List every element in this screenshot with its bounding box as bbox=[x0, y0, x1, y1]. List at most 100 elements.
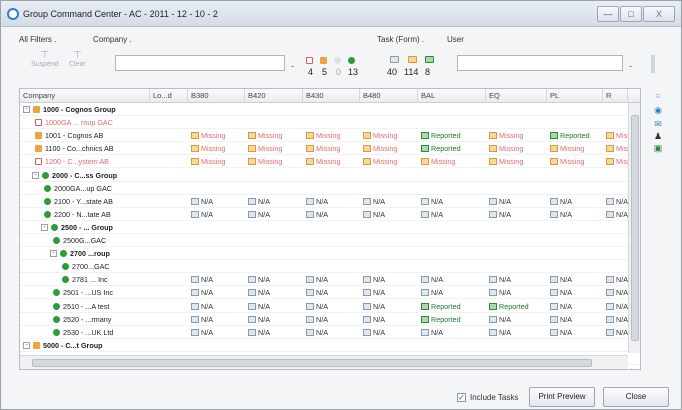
column-header[interactable]: B380 bbox=[188, 89, 245, 103]
status-cell[interactable]: N/A bbox=[248, 326, 270, 339]
status-cell[interactable]: N/A bbox=[306, 300, 328, 313]
status-cell[interactable]: Missing bbox=[363, 129, 397, 142]
status-cell[interactable]: N/A bbox=[191, 300, 213, 313]
status-cell[interactable]: N/A bbox=[248, 313, 270, 326]
company-name[interactable]: 5000 - C...t Group bbox=[43, 339, 103, 352]
column-header[interactable]: B430 bbox=[303, 89, 360, 103]
horizontal-scrollbar[interactable] bbox=[20, 355, 628, 369]
company-name[interactable]: 1000 - Cognos Group bbox=[43, 103, 116, 116]
column-header[interactable]: BAL bbox=[418, 89, 486, 103]
close-window-button[interactable]: X bbox=[643, 6, 675, 22]
status-cell[interactable]: N/A bbox=[363, 326, 385, 339]
status-cell[interactable]: N/A bbox=[489, 313, 511, 326]
minimize-button[interactable]: — bbox=[597, 6, 619, 22]
status-cell[interactable]: N/A bbox=[489, 195, 511, 208]
status-cell[interactable]: Missing bbox=[306, 155, 340, 168]
column-header[interactable]: EQ bbox=[486, 89, 547, 103]
column-header[interactable]: B420 bbox=[245, 89, 303, 103]
company-name[interactable]: 2520 - ...rmany bbox=[63, 313, 111, 326]
grid-menu-icon[interactable]: ≡ bbox=[653, 91, 663, 101]
status-cell[interactable]: N/A bbox=[606, 273, 628, 286]
table-row[interactable]: 2700...GAC bbox=[20, 260, 640, 274]
status-cell[interactable]: N/A bbox=[606, 300, 628, 313]
status-cell[interactable]: N/A bbox=[421, 286, 443, 299]
refresh-icon[interactable]: ◉ bbox=[653, 105, 663, 115]
status-cell[interactable]: N/A bbox=[550, 313, 572, 326]
company-name[interactable]: 1001 - Cognos AB bbox=[45, 129, 103, 142]
status-cell[interactable]: Reported bbox=[550, 129, 590, 142]
company-name[interactable]: 2200 - N...tate AB bbox=[54, 208, 111, 221]
vertical-scrollbar[interactable] bbox=[628, 103, 640, 353]
user-filter-label[interactable]: User bbox=[447, 35, 464, 44]
table-row[interactable]: 1000GA ... roup GAC bbox=[20, 116, 640, 130]
status-cell[interactable]: Missing bbox=[489, 129, 523, 142]
table-row[interactable]: 1200 - C...ystem AB Missing Missing Missing… bbox=[20, 155, 640, 169]
status-cell[interactable]: N/A bbox=[248, 300, 270, 313]
status-cell[interactable]: Missing bbox=[191, 129, 225, 142]
column-header[interactable]: Company bbox=[20, 89, 150, 103]
company-name[interactable]: 2000GA...up GAC bbox=[54, 182, 112, 195]
status-cell[interactable]: Missing bbox=[191, 142, 225, 155]
mail-icon[interactable]: ✉ bbox=[653, 119, 663, 129]
status-cell[interactable]: N/A bbox=[248, 273, 270, 286]
status-cell[interactable]: N/A bbox=[191, 208, 213, 221]
maximize-button[interactable]: □ bbox=[620, 6, 642, 22]
status-cell[interactable]: N/A bbox=[421, 326, 443, 339]
table-row[interactable]: 2520 - ...rmany N/A N/A N/A N/A Reported N/A N/… bbox=[20, 313, 640, 326]
table-row[interactable]: 2200 - N...tate AB N/A N/A N/A N/A N/A N/A N/A N… bbox=[20, 208, 640, 221]
company-name[interactable]: 2781 ... Inc bbox=[72, 273, 108, 286]
status-cell[interactable]: Missing bbox=[489, 155, 523, 168]
print-preview-button[interactable]: Print Preview bbox=[529, 387, 595, 407]
status-cell[interactable]: Reported bbox=[421, 313, 461, 326]
user-filter-input[interactable] bbox=[457, 55, 623, 71]
status-cell[interactable]: Missing bbox=[248, 155, 282, 168]
company-name[interactable]: 1100 - Co...chnics AB bbox=[45, 142, 114, 155]
status-cell[interactable]: Missing bbox=[421, 155, 455, 168]
status-cell[interactable]: N/A bbox=[363, 208, 385, 221]
table-row[interactable]: 2500G...GAC bbox=[20, 234, 640, 247]
user-dropdown-icon[interactable]: - bbox=[629, 61, 632, 71]
status-cell[interactable]: N/A bbox=[191, 326, 213, 339]
collapse-toggle-icon[interactable]: - bbox=[50, 250, 57, 258]
status-cell[interactable]: N/A bbox=[191, 313, 213, 326]
table-row[interactable]: 1001 - Cognos AB Missing Missing Missing Mis… bbox=[20, 129, 640, 143]
status-cell[interactable]: N/A bbox=[248, 195, 270, 208]
status-cell[interactable]: Missing bbox=[306, 129, 340, 142]
company-name[interactable]: 2700 ...roup bbox=[70, 247, 110, 260]
table-row[interactable]: - 2000 - C...ss Group bbox=[20, 169, 640, 182]
status-cell[interactable]: N/A bbox=[606, 326, 628, 339]
column-header[interactable]: R bbox=[603, 89, 628, 103]
collapse-toggle-icon[interactable]: - bbox=[41, 223, 48, 231]
company-name[interactable]: 2510 - ...A test bbox=[63, 300, 109, 313]
status-cell[interactable]: N/A bbox=[550, 300, 572, 313]
table-row[interactable]: - 2700 ...roup bbox=[20, 247, 640, 261]
table-row[interactable]: - 5000 - C...t Group bbox=[20, 339, 640, 352]
status-cell[interactable]: Missing bbox=[363, 142, 397, 155]
table-row[interactable]: 2530 - ...UK Ltd N/A N/A N/A N/A N/A N/A N/A N/A bbox=[20, 326, 640, 339]
status-cell[interactable]: Missing bbox=[550, 155, 584, 168]
all-filters-label[interactable]: All Filters . bbox=[19, 35, 56, 44]
company-dropdown-icon[interactable]: - bbox=[291, 61, 294, 71]
company-filter-label[interactable]: Company . bbox=[93, 35, 132, 44]
table-row[interactable]: 1100 - Co...chnics AB Missing Missing Missi… bbox=[20, 142, 640, 156]
status-cell[interactable]: Missing bbox=[306, 142, 340, 155]
status-cell[interactable]: N/A bbox=[550, 273, 572, 286]
company-name[interactable]: 2530 - ...UK Ltd bbox=[63, 326, 113, 339]
collapse-toggle-icon[interactable]: - bbox=[23, 106, 30, 113]
status-cell[interactable]: N/A bbox=[248, 208, 270, 221]
status-cell[interactable]: N/A bbox=[306, 208, 328, 221]
status-cell[interactable]: N/A bbox=[363, 195, 385, 208]
status-cell[interactable]: Missing bbox=[248, 129, 282, 142]
company-name[interactable]: 2500G...GAC bbox=[63, 234, 106, 247]
company-filter-input[interactable] bbox=[115, 55, 285, 71]
status-cell[interactable]: Reported bbox=[421, 129, 461, 142]
table-row[interactable]: - 1000 - Cognos Group bbox=[20, 103, 640, 116]
clear-filter-button[interactable]: ⊤ Clear bbox=[69, 51, 86, 69]
status-cell[interactable]: N/A bbox=[191, 286, 213, 299]
company-name[interactable]: 1000GA ... roup GAC bbox=[45, 116, 113, 129]
table-row[interactable]: 2501 - ...US Inc N/A N/A N/A N/A N/A N/A N/A N/A bbox=[20, 286, 640, 300]
table-row[interactable]: 2000GA...up GAC bbox=[20, 182, 640, 195]
company-name[interactable]: 2100 - Y...state AB bbox=[54, 195, 113, 208]
status-cell[interactable]: N/A bbox=[191, 273, 213, 286]
status-cell[interactable]: N/A bbox=[306, 286, 328, 299]
